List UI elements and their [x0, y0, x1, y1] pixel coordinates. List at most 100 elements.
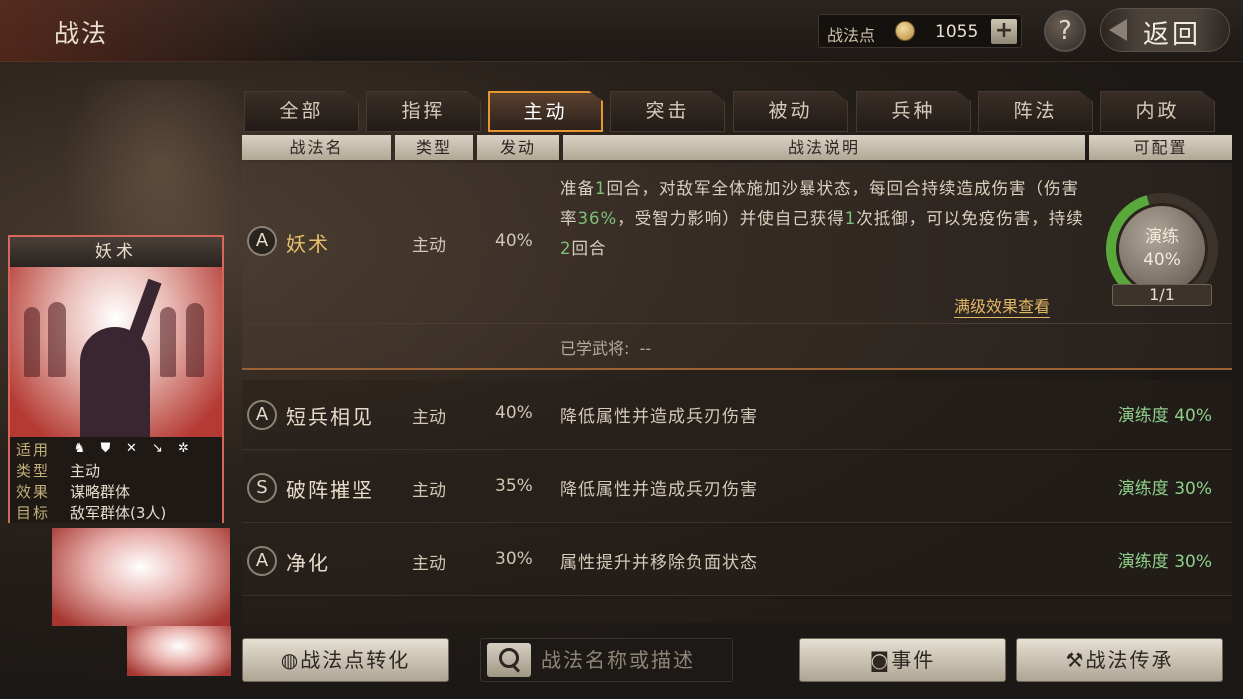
col-header-type[interactable]: 类型	[395, 135, 473, 160]
card-artwork	[10, 267, 222, 437]
desc-value: 36%	[577, 209, 618, 228]
search-icon[interactable]	[487, 643, 531, 677]
skill-summary: 降低属性并造成兵刃伤害	[560, 407, 758, 427]
col-header-name[interactable]: 战法名	[242, 135, 391, 160]
skill-point-coin-icon	[895, 21, 915, 41]
drill-degree: 演练度 30%	[1117, 479, 1212, 499]
skill-name: 短兵相见	[286, 405, 374, 429]
tab-command[interactable]: 指挥	[366, 91, 481, 132]
search-box[interactable]	[480, 638, 733, 682]
skill-summary: 降低属性并造成兵刃伤害	[560, 480, 758, 500]
skill-trigger-rate: 40%	[495, 231, 533, 251]
desc-text: 回合	[571, 239, 607, 258]
event-label: 事件	[891, 648, 936, 672]
skill-type: 主动	[412, 481, 446, 501]
search-input[interactable]	[541, 641, 727, 679]
convert-icon: ◍	[280, 648, 301, 672]
spear-icon: ↘	[152, 441, 163, 456]
target-value: 敌军群体(3人)	[70, 504, 167, 522]
skill-type: 主动	[412, 236, 446, 256]
grade-badge: A	[247, 400, 277, 430]
top-bar: 战法 战法点 1055 + ? 返回	[0, 0, 1243, 62]
apply-label: 适用	[16, 441, 51, 459]
back-button[interactable]: 返回	[1100, 8, 1230, 52]
skill-trigger-rate: 40%	[495, 403, 533, 423]
learned-value: --	[639, 339, 652, 358]
soldier-silhouette	[48, 302, 66, 377]
grade-badge: A	[247, 226, 277, 256]
column-headers: 战法名 类型 发动 战法说明 可配置	[242, 135, 1232, 161]
drill-degree: 演练度 40%	[1117, 406, 1212, 426]
card-effect-row: 效果 谋略群体	[10, 480, 222, 501]
card-info: 适用 ♞ ⛊ ✕ ↘ ✲ 类型 主动 效果 谋略群体 目标 敌军群体(3人)	[10, 437, 222, 523]
skill-trigger-rate: 30%	[495, 549, 533, 569]
skill-card: 妖术 适用 ♞ ⛊ ✕ ↘ ✲ 类型 主动 效果 谋略群体 目标 敌军群体(3人…	[8, 235, 224, 523]
raised-arm-silhouette	[124, 278, 162, 350]
col-header-trigger[interactable]: 发动	[477, 135, 559, 160]
skill-points-label: 战法点	[827, 26, 876, 45]
config-slots: 1/1	[1112, 284, 1212, 306]
convert-label: 战法点转化	[300, 648, 411, 672]
grade-badge: A	[247, 546, 277, 576]
skill-description: 准备1回合，对敌军全体施加沙暴状态，每回合持续造成伤害（伤害率36%，受智力影响…	[560, 174, 1090, 264]
card-type-row: 类型 主动	[10, 459, 222, 480]
grade-badge: S	[247, 473, 277, 503]
soldier-silhouette	[186, 303, 204, 377]
siege-icon: ✲	[178, 441, 189, 456]
event-button[interactable]: ◙事件	[799, 638, 1006, 682]
convert-points-button[interactable]: ◍战法点转化	[242, 638, 449, 682]
desc-text: ，受智力影响）并使自己获得	[617, 209, 845, 228]
skill-row-partial[interactable]	[242, 599, 1232, 623]
tab-formation[interactable]: 阵法	[978, 91, 1093, 132]
skill-points-value: 1055	[935, 22, 979, 42]
full-level-effect-link[interactable]: 满级效果查看	[954, 293, 1051, 318]
tab-active[interactable]: 主动	[488, 91, 603, 132]
archer-icon: ✕	[126, 441, 137, 456]
cavalry-icon: ♞	[73, 441, 86, 456]
inherit-button[interactable]: ⚒战法传承	[1016, 638, 1223, 682]
skill-row[interactable]: A 短兵相见 主动 40% 降低属性并造成兵刃伤害 演练度 40%	[242, 380, 1232, 450]
learned-label: 已学武将:	[560, 339, 630, 358]
col-header-config[interactable]: 可配置	[1089, 135, 1232, 160]
add-points-button[interactable]: +	[991, 19, 1017, 44]
soldier-silhouette	[24, 307, 40, 377]
skill-row[interactable]: A 净化 主动 30% 属性提升并移除负面状态 演练度 30%	[242, 526, 1232, 596]
skill-name: 净化	[286, 551, 330, 575]
category-tabs: 全部 指挥 主动 突击 被动 兵种 阵法 内政	[244, 91, 1234, 133]
tab-troop[interactable]: 兵种	[856, 91, 971, 132]
hammer-icon: ⚒	[1065, 648, 1086, 672]
desc-text: 准备	[560, 179, 595, 198]
title-glow	[0, 0, 320, 62]
learned-generals: 已学武将: --	[560, 335, 651, 359]
skill-name: 破阵摧坚	[286, 478, 374, 502]
stacked-card-art	[52, 528, 230, 626]
tab-passive[interactable]: 被动	[733, 91, 848, 132]
event-icon: ◙	[869, 648, 892, 672]
type-label: 类型	[16, 462, 51, 480]
help-button[interactable]: ?	[1044, 10, 1086, 52]
card-target-row: 目标 敌军群体(3人)	[10, 501, 222, 522]
tab-internal[interactable]: 内政	[1100, 91, 1215, 132]
back-label: 返回	[1143, 20, 1202, 50]
inherit-label: 战法传承	[1085, 648, 1174, 672]
type-value: 主动	[70, 462, 101, 480]
target-label: 目标	[16, 504, 51, 522]
drill-button[interactable]: 演练 40%	[1116, 203, 1208, 295]
drill-percent: 40%	[1143, 250, 1181, 270]
tab-assault[interactable]: 突击	[610, 91, 725, 132]
skill-row[interactable]: S 破阵摧坚 主动 35% 降低属性并造成兵刃伤害 演练度 30%	[242, 453, 1232, 523]
desc-value: 1	[844, 209, 857, 228]
skill-summary: 属性提升并移除负面状态	[560, 553, 758, 573]
desc-value: 2	[560, 239, 572, 258]
selected-skill-row[interactable]: A 妖术 主动 40% 准备1回合，对敌军全体施加沙暴状态，每回合持续造成伤害（…	[242, 163, 1232, 370]
skill-name: 妖术	[286, 232, 330, 256]
soldier-silhouette	[160, 307, 176, 377]
skill-trigger-rate: 35%	[495, 476, 533, 496]
tab-all[interactable]: 全部	[244, 91, 359, 132]
skill-type: 主动	[412, 554, 446, 574]
stacked-card-art	[127, 626, 231, 676]
drill-label: 演练	[1145, 227, 1179, 247]
skill-points-box: 战法点 1055 +	[818, 14, 1022, 48]
screen: 战法 战法点 1055 + ? 返回 全部 指挥 主动 突击 被动 兵种 阵法 …	[0, 0, 1243, 699]
effect-value: 谋略群体	[70, 483, 131, 501]
